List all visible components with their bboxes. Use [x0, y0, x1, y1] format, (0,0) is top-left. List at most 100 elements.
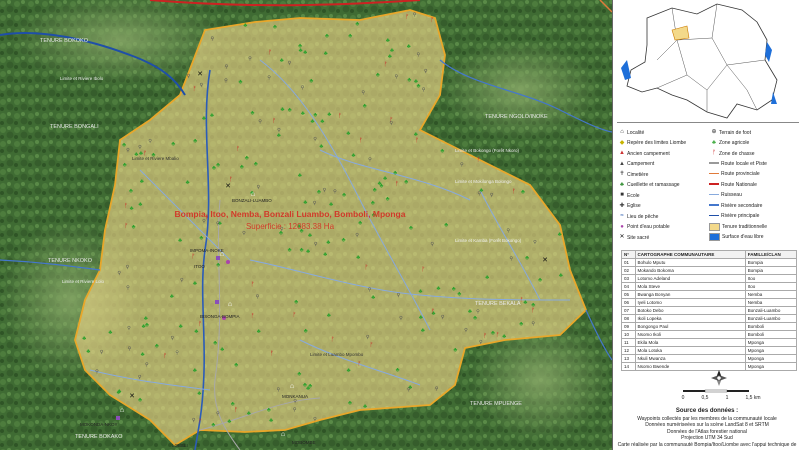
table-cell: Bomboli [744, 330, 798, 339]
hunting-zone-marker: ᚠ [405, 13, 409, 20]
legend-label: Surface d'eau libre [722, 234, 764, 241]
farm-zone-marker: ♣ [193, 138, 197, 144]
farm-zone-marker: ♣ [383, 176, 387, 182]
farm-zone-marker: ♣ [538, 277, 542, 283]
gathering-marker: ⚲ [355, 233, 359, 239]
table-row: 01 Bohulo Mputu Bompia [621, 258, 798, 267]
school-marker[interactable] [215, 300, 219, 304]
farm-zone-marker: ♣ [356, 255, 360, 261]
farm-zone-marker: ♣ [491, 331, 495, 337]
table-row: 07 Botoko Debo Bonzali-Luambo [621, 306, 798, 315]
farm-zone-marker: ♣ [453, 347, 457, 353]
sacred-site-marker[interactable]: ✕ [197, 71, 203, 78]
table-cell: Mponga [744, 346, 798, 355]
gathering-marker: ⚲ [293, 407, 297, 413]
water-point-marker[interactable] [226, 260, 230, 264]
table-cell: Bohulo Mputu [634, 258, 746, 267]
table-row: 04 Mola Steve Itoo [621, 282, 798, 291]
gathering-marker: ⚲ [95, 369, 99, 375]
farm-zone-marker: ♣ [320, 119, 324, 125]
farm-zone-marker: ♣ [473, 315, 477, 321]
table-cell: Ekila Mola [634, 338, 746, 347]
gathering-marker: ⚲ [313, 417, 317, 423]
farm-zone-marker: ♣ [211, 422, 215, 428]
village-marker[interactable]: ⌂ [281, 431, 285, 438]
data-sources: Source des données : Waypoints collectés… [617, 408, 797, 448]
school-marker[interactable] [116, 416, 120, 420]
gathering-marker: ⚲ [202, 219, 206, 225]
gathering-marker: ⚲ [117, 270, 121, 276]
hunting-zone-marker: ᚠ [198, 321, 202, 328]
legend-label: Ruisseau [721, 192, 742, 198]
map-canvas[interactable]: ♣♣♣♣♣♣♣♣♣♣♣♣♣♣♣♣♣♣♣♣♣♣♣♣♣♣♣♣♣♣♣♣♣♣♣♣♣♣♣♣… [0, 0, 612, 450]
table-row: 06 Iyeli Lotomo Nemba [621, 298, 798, 307]
cemetery-icon: ✝ [619, 171, 625, 177]
table-cell: Ikoli Lopeka [634, 314, 746, 323]
legend-label: Rivière principale [721, 213, 760, 219]
table-cell: Lotomo Adeland [634, 274, 746, 283]
map-area: Superficie : 12083.38 Ha [246, 222, 335, 231]
legend-item: ⊕ Terrain de foot [709, 128, 750, 137]
savanna-patch [440, 40, 600, 140]
boundary-marker-icon: ◆ [619, 139, 625, 146]
main-river-icon [709, 214, 719, 217]
table-cell: Bwanga Bonyan [634, 290, 746, 299]
farm-zone-marker: ♣ [323, 252, 327, 258]
hunting-zone-marker: ᚠ [191, 253, 195, 260]
hunting-zone-marker: ᚠ [272, 117, 276, 124]
gathering-marker: ⚲ [242, 231, 246, 237]
hunting-zone-marker: ᚠ [415, 137, 419, 144]
farm-zone-marker: ♣ [129, 188, 133, 194]
farm-zone-marker: ♣ [213, 341, 217, 347]
table-row: 10 Nsomo Ikoli Bomboli [621, 330, 798, 339]
farm-zone-marker: ♣ [348, 401, 352, 407]
farm-zone-marker: ♣ [216, 263, 220, 269]
legend-item: ■ Ecole [617, 191, 639, 200]
table-cell: Bongongo Paul [634, 322, 746, 331]
farm-zone-marker: ♣ [440, 149, 444, 155]
farm-zone-marker: ♣ [245, 155, 249, 161]
sacred-site-marker[interactable]: ✕ [542, 257, 548, 264]
table-cell: Mola Lotoka [634, 346, 746, 355]
gathering-marker: ⚲ [293, 399, 297, 405]
school-marker[interactable] [216, 256, 220, 260]
gathering-marker: ⚲ [138, 145, 142, 151]
sacred-site-marker[interactable]: ✕ [225, 183, 231, 190]
village-marker[interactable]: ⌂ [120, 407, 124, 414]
provincial-road-icon [709, 172, 719, 175]
farm-zone-marker: ♣ [227, 419, 231, 425]
gathering-marker: ⚲ [301, 85, 305, 91]
church-icon: ✚ [619, 202, 625, 209]
gathering-marker: ⚲ [531, 321, 535, 327]
legend-label: Eglise [627, 203, 641, 210]
hunting-zone-marker: ᚠ [395, 180, 399, 187]
legend-item: Route Nationale [709, 181, 757, 190]
gathering-marker: ⚲ [199, 83, 203, 89]
sacred-site-marker[interactable]: ✕ [129, 393, 135, 400]
farm-zone-marker: ♣ [352, 153, 356, 159]
hunting-zone-marker: ᚠ [483, 333, 487, 340]
legend-item: ♣ Cueillette et ramassage [617, 181, 680, 190]
gathering-marker: ⚲ [175, 350, 179, 356]
table-cell: Nemba [744, 298, 798, 307]
gathering-marker: ⚲ [180, 278, 184, 284]
farm-zone-marker: ♣ [220, 347, 224, 353]
farm-zone-marker: ♣ [186, 180, 190, 186]
farm-zone-marker: ♣ [485, 275, 489, 281]
hunting-zone-marker: ᚠ [293, 311, 297, 318]
farm-zone-marker: ♣ [386, 197, 390, 203]
farm-zone-marker: ♣ [523, 300, 527, 306]
village-marker[interactable]: ⌂ [251, 191, 255, 198]
hunting-zone-marker: ᚠ [270, 350, 274, 357]
village-marker[interactable]: ⌂ [290, 383, 294, 390]
gathering-marker: ⚲ [366, 334, 370, 340]
farm-zone-marker: ♣ [419, 289, 423, 295]
farm-zone-marker: ♣ [303, 200, 307, 206]
legend-label: Tenure traditionnelle [722, 223, 768, 230]
hunting-zone-marker: ᚠ [431, 308, 435, 315]
legend-label: Route locale et Piste [721, 160, 767, 167]
village-marker[interactable]: ⌂ [228, 301, 232, 308]
stream-icon [709, 193, 719, 196]
gathering-marker: ⚲ [464, 328, 468, 334]
tenure-area-icon [709, 222, 720, 231]
